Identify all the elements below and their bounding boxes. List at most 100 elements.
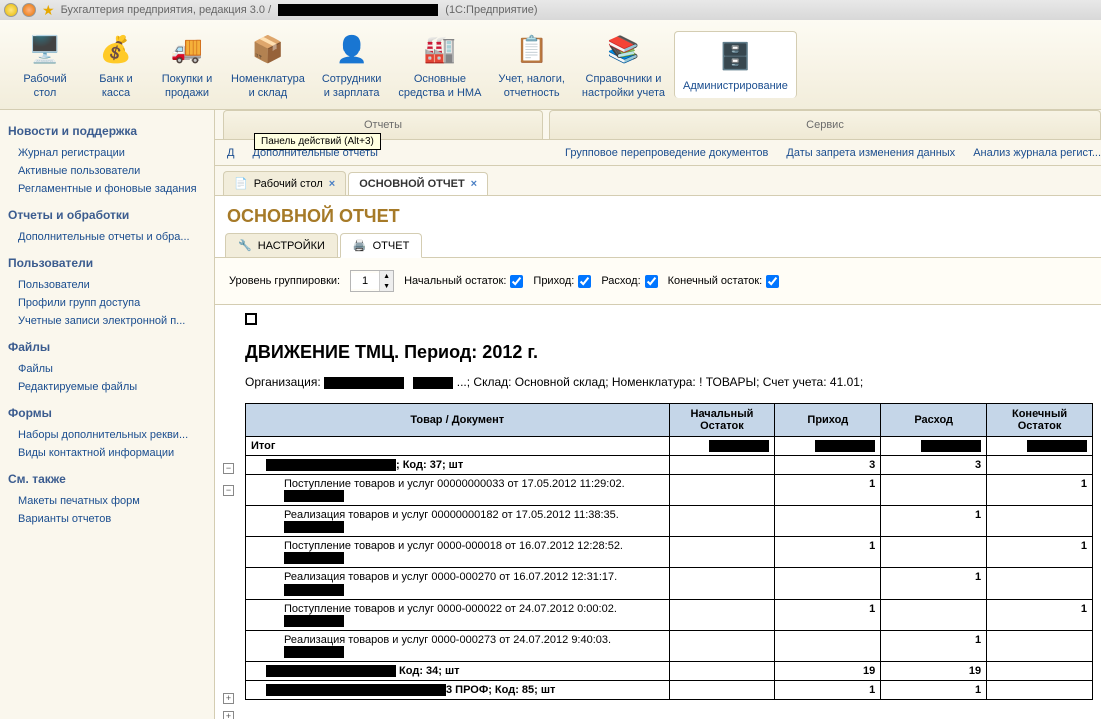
cell: 1 xyxy=(987,475,1093,506)
section-link[interactable]: Д xyxy=(227,147,234,159)
corner-checkbox[interactable] xyxy=(245,313,257,325)
tab-close-icon[interactable]: × xyxy=(329,178,335,190)
toolbar-item[interactable]: 🖥️ Рабочийстол xyxy=(10,25,80,103)
report-title: ОСНОВНОЙ ОТЧЕТ xyxy=(215,196,1101,233)
group-level-spinner[interactable]: ▲ ▼ xyxy=(350,270,394,292)
table-row[interactable]: Поступление товаров и услуг 0000-000018 … xyxy=(246,537,1093,568)
table-row[interactable]: Поступление товаров и услуг 0000-000022 … xyxy=(246,599,1093,630)
opt-income[interactable]: Приход: xyxy=(533,275,591,288)
main-area: Отчеты Панель действий (Alt+3) Сервис Д … xyxy=(215,110,1101,719)
tab-label: ОСНОВНОЙ ОТЧЕТ xyxy=(359,178,464,190)
cell: 19 xyxy=(775,661,881,680)
window-close-icon[interactable] xyxy=(22,3,36,17)
cell: 1 xyxy=(987,599,1093,630)
sidebar-link[interactable]: Дополнительные отчеты и обра... xyxy=(8,228,206,246)
section-link[interactable]: Анализ журнала регист... xyxy=(973,147,1101,159)
document-tab[interactable]: ОСНОВНОЙ ОТЧЕТ × xyxy=(348,172,488,195)
cell: 1 xyxy=(775,599,881,630)
sidebar-link[interactable]: Виды контактной информации xyxy=(8,444,206,462)
toolbar-icon: 📚 xyxy=(603,29,643,69)
main-toolbar: 🖥️ Рабочийстол 💰Банк икасса🚚Покупки ипрода… xyxy=(0,20,1101,110)
table-row[interactable]: Код: 34; шт1919 xyxy=(246,661,1093,680)
window-minimize-icon[interactable] xyxy=(4,3,18,17)
cell xyxy=(669,568,775,599)
sidebar-link[interactable]: Регламентные и фоновые задания xyxy=(8,180,206,198)
toolbar-item[interactable]: 👤Сотрудникии зарплата xyxy=(314,25,390,103)
cell: Код: 34; шт xyxy=(246,661,670,680)
toolbar-item[interactable]: 🗄️Администрирование xyxy=(674,31,797,97)
toolbar-item[interactable]: 📋Учет, налоги,отчетность xyxy=(490,25,572,103)
toolbar-item[interactable]: 🚚Покупки ипродажи xyxy=(152,25,222,103)
window-titlebar: ★ Бухгалтерия предприятия, редакция 3.0 … xyxy=(0,0,1101,20)
table-row[interactable]: 3 ПРОФ; Код: 85; шт11 xyxy=(246,680,1093,699)
sidebar-link[interactable]: Пользователи xyxy=(8,276,206,294)
tab-close-icon[interactable]: × xyxy=(471,178,477,190)
report-body[interactable]: ДВИЖЕНИЕ ТМЦ. Период: 2012 г. Организаци… xyxy=(215,304,1101,719)
cell: 1 xyxy=(775,680,881,699)
cell: 1 xyxy=(881,568,987,599)
section-link[interactable]: Групповое перепроведение документов xyxy=(565,147,768,159)
table-row[interactable]: Поступление товаров и услуг 00000000033 … xyxy=(246,475,1093,506)
tree-expand-icon[interactable]: + xyxy=(223,711,234,719)
sidebar-link[interactable]: Активные пользователи xyxy=(8,162,206,180)
toolbar-label: Банк икасса xyxy=(99,73,132,99)
opt-final-balance[interactable]: Конечный остаток: xyxy=(668,275,780,288)
sidebar-link[interactable]: Учетные записи электронной п... xyxy=(8,312,206,330)
tree-collapse-icon[interactable]: − xyxy=(223,463,234,474)
toolbar-icon: 📋 xyxy=(512,29,552,69)
col-header: Товар / Документ xyxy=(246,404,670,437)
toolbar-label: Покупки ипродажи xyxy=(162,73,213,99)
tree-collapse-icon[interactable]: − xyxy=(223,485,234,496)
col-header: Конечный Остаток xyxy=(987,404,1093,437)
sidebar-link[interactable]: Журнал регистрации xyxy=(8,144,206,162)
spinner-down-icon[interactable]: ▼ xyxy=(379,281,393,291)
toolbar-item[interactable]: 💰Банк икасса xyxy=(81,25,151,103)
report-table: Товар / Документ Начальный Остаток Прихо… xyxy=(245,403,1093,700)
toolbar-item[interactable]: 📚Справочники инастройки учета xyxy=(574,25,673,103)
document-tab[interactable]: 📄Рабочий стол× xyxy=(223,171,346,195)
subtab-icon: 🔧 xyxy=(238,239,252,252)
col-header: Расход xyxy=(881,404,987,437)
opt-initial-balance[interactable]: Начальный остаток: xyxy=(404,275,523,288)
cell xyxy=(881,599,987,630)
subtab-icon: 🖨️ xyxy=(353,239,367,252)
cell: Поступление товаров и услуг 0000-000022 … xyxy=(246,599,670,630)
redacted-text xyxy=(413,377,453,389)
section-tab-service[interactable]: Сервис xyxy=(549,110,1101,139)
table-row[interactable]: Итог xyxy=(246,437,1093,456)
sidebar-heading: Файлы xyxy=(8,340,206,354)
table-row[interactable]: Реализация товаров и услуг 0000-000270 о… xyxy=(246,568,1093,599)
cell xyxy=(987,680,1093,699)
cell: 3 ПРОФ; Код: 85; шт xyxy=(246,680,670,699)
toolbar-label: Рабочийстол xyxy=(23,73,66,99)
cell: Реализация товаров и услуг 0000-000270 о… xyxy=(246,568,670,599)
sidebar-link[interactable]: Профили групп доступа xyxy=(8,294,206,312)
sidebar-link[interactable]: Макеты печатных форм xyxy=(8,492,206,510)
spinner-up-icon[interactable]: ▲ xyxy=(379,271,393,281)
toolbar-item[interactable]: 🏭Основныесредства и НМА xyxy=(390,25,489,103)
favorite-star-icon[interactable]: ★ xyxy=(42,2,55,19)
table-row[interactable]: Реализация товаров и услуг 0000-000273 о… xyxy=(246,630,1093,661)
toolbar-icon: 👤 xyxy=(332,29,372,69)
section-link[interactable]: Даты запрета изменения данных xyxy=(786,147,955,159)
cell xyxy=(987,661,1093,680)
toolbar-label: Номенклатураи склад xyxy=(231,73,305,99)
tree-expand-icon[interactable]: + xyxy=(223,693,234,704)
sidebar-link[interactable]: Варианты отчетов xyxy=(8,510,206,528)
sidebar-link[interactable]: Наборы дополнительных рекви... xyxy=(8,426,206,444)
toolbar-item[interactable]: 📦 Номенклатураи склад xyxy=(223,25,313,103)
cell xyxy=(881,475,987,506)
toolbar-icon: 🖥️ xyxy=(25,29,65,69)
toolbar-icon: 📦 xyxy=(248,29,288,69)
table-row[interactable]: ; Код: 37; шт33 xyxy=(246,456,1093,475)
sidebar-link[interactable]: Редактируемые файлы xyxy=(8,378,206,396)
table-row[interactable]: Реализация товаров и услуг 00000000182 о… xyxy=(246,506,1093,537)
sidebar: Новости и поддержка Журнал регистрацииАк… xyxy=(0,110,215,719)
sidebar-link[interactable]: Файлы xyxy=(8,360,206,378)
section-tab-reports[interactable]: Отчеты Панель действий (Alt+3) xyxy=(223,110,543,139)
opt-expense[interactable]: Расход: xyxy=(601,275,657,288)
cell xyxy=(669,680,775,699)
report-subtab[interactable]: 🔧НАСТРОЙКИ xyxy=(225,233,338,257)
report-subtab[interactable]: 🖨️ОТЧЕТ xyxy=(340,233,422,258)
group-level-input[interactable] xyxy=(351,273,379,289)
